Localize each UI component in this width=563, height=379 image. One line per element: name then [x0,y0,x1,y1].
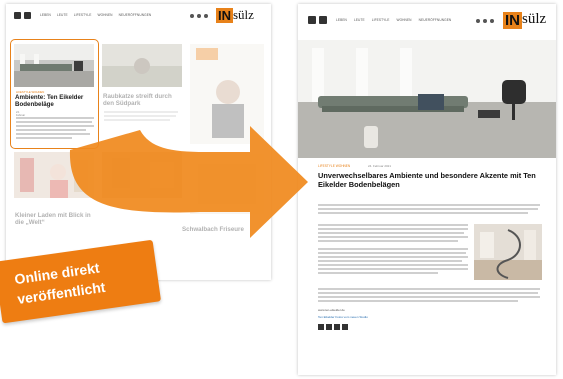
arrow-shape [69,126,309,238]
composite-stage: LEBEN LEUTE LIFESTYLE WOHNEN NEUERÖFFNUN… [0,0,563,379]
flow-arrow [69,126,309,238]
